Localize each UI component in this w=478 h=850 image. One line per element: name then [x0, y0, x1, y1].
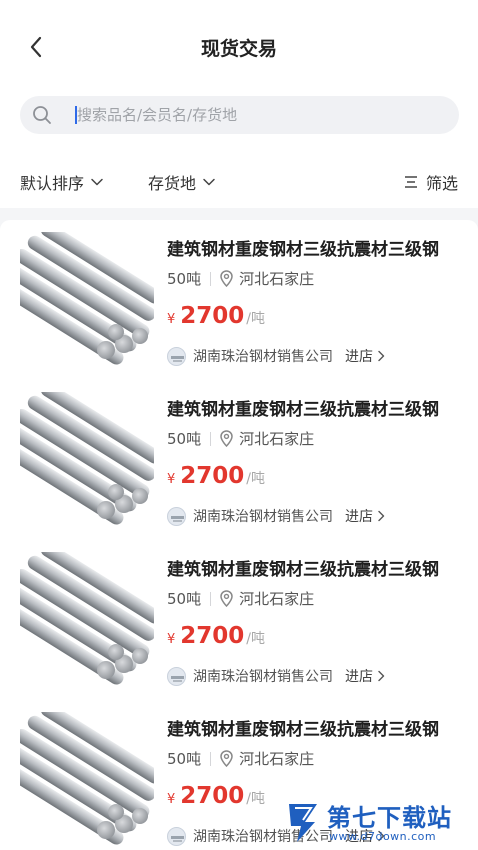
product-card[interactable]: 建筑钢材重废钢材三级抗震材三级钢 50吨 河北石家庄 ¥ 2700 /吨 湖南珠…	[0, 540, 478, 700]
enter-shop-label: 进店	[345, 349, 373, 365]
product-card[interactable]: 建筑钢材重废钢材三级抗震材三级钢 50吨 河北石家庄 ¥ 2700 /吨 湖南珠…	[0, 380, 478, 540]
filter-label: 筛选	[425, 174, 458, 193]
shop-row: 湖南珠治钢材销售公司 进店	[167, 506, 385, 526]
shop-row: 湖南珠治钢材销售公司 进店	[167, 346, 385, 366]
page-title: 现货交易	[200, 38, 277, 60]
search-icon	[33, 106, 51, 124]
product-quantity: 50吨	[167, 430, 202, 448]
product-price: ¥ 2700 /吨	[167, 463, 265, 489]
chevron-right-icon	[378, 350, 385, 362]
price-value: 2700	[180, 303, 245, 329]
product-meta: 50吨 河北石家庄	[167, 268, 314, 289]
menu-lines-icon	[404, 176, 417, 188]
location-filter-label: 存货地	[148, 174, 197, 193]
price-unit: /吨	[246, 791, 266, 807]
enter-shop-link[interactable]: 进店	[345, 666, 385, 686]
map-pin-icon	[220, 270, 233, 287]
product-price: ¥ 2700 /吨	[167, 303, 265, 329]
sort-dropdown[interactable]: 默认排序	[20, 170, 104, 194]
divider	[210, 591, 212, 606]
chevron-down-icon	[91, 178, 103, 186]
price-value: 2700	[180, 783, 245, 809]
shop-avatar	[167, 826, 186, 846]
enter-shop-label: 进店	[345, 509, 373, 525]
filter-button[interactable]: 筛选	[404, 170, 458, 194]
product-name: 建筑钢材重废钢材三级抗震材三级钢	[167, 240, 439, 260]
shop-avatar	[167, 346, 186, 366]
shop-avatar	[167, 506, 186, 526]
product-card[interactable]: 建筑钢材重废钢材三级抗震材三级钢 50吨 河北石家庄 ¥ 2700 /吨 湖南珠…	[0, 220, 478, 380]
watermark-logo-icon	[289, 804, 317, 842]
shop-name[interactable]: 湖南珠治钢材销售公司	[193, 346, 333, 366]
watermark-url: www.d7down.com	[329, 830, 437, 843]
location-dropdown[interactable]: 存货地	[148, 170, 216, 194]
chevron-right-icon	[378, 670, 385, 682]
shop-avatar	[167, 666, 186, 686]
enter-shop-label: 进店	[345, 669, 373, 685]
watermark-name: 第七下载站	[327, 804, 452, 832]
divider	[210, 751, 212, 766]
product-name: 建筑钢材重废钢材三级抗震材三级钢	[167, 720, 439, 740]
product-quantity: 50吨	[167, 590, 202, 608]
product-image	[20, 392, 154, 527]
product-meta: 50吨 河北石家庄	[167, 748, 314, 769]
enter-shop-link[interactable]: 进店	[345, 346, 385, 366]
filter-bar: 默认排序 存货地 筛选	[0, 166, 478, 198]
currency-symbol: ¥	[167, 792, 176, 807]
price-unit: /吨	[246, 311, 266, 327]
search-input[interactable]	[77, 96, 437, 134]
price-value: 2700	[180, 463, 245, 489]
product-name: 建筑钢材重废钢材三级抗震材三级钢	[167, 560, 439, 580]
price-value: 2700	[180, 623, 245, 649]
map-pin-icon	[220, 590, 233, 607]
divider	[210, 271, 212, 286]
product-quantity: 50吨	[167, 750, 202, 768]
product-location: 河北石家庄	[239, 590, 315, 608]
product-price: ¥ 2700 /吨	[167, 623, 265, 649]
map-pin-icon	[220, 430, 233, 447]
product-meta: 50吨 河北石家庄	[167, 588, 314, 609]
price-unit: /吨	[246, 471, 266, 487]
product-list: 建筑钢材重废钢材三级抗震材三级钢 50吨 河北石家庄 ¥ 2700 /吨 湖南珠…	[0, 220, 478, 850]
top-panel: 现货交易 默认排序 存货地 筛选	[0, 0, 478, 208]
product-image	[20, 232, 154, 367]
product-name: 建筑钢材重废钢材三级抗震材三级钢	[167, 400, 439, 420]
chevron-down-icon	[203, 178, 215, 186]
search-bar[interactable]	[20, 96, 459, 134]
currency-symbol: ¥	[167, 632, 176, 647]
shop-row: 湖南珠治钢材销售公司 进店	[167, 666, 385, 686]
nav-bar: 现货交易	[0, 22, 478, 72]
currency-symbol: ¥	[167, 472, 176, 487]
chevron-right-icon	[378, 510, 385, 522]
map-pin-icon	[220, 750, 233, 767]
product-price: ¥ 2700 /吨	[167, 783, 265, 809]
product-image	[20, 552, 154, 687]
product-location: 河北石家庄	[239, 270, 315, 288]
product-location: 河北石家庄	[239, 750, 315, 768]
product-meta: 50吨 河北石家庄	[167, 428, 314, 449]
price-unit: /吨	[246, 631, 266, 647]
sort-label: 默认排序	[20, 174, 85, 193]
enter-shop-link[interactable]: 进店	[345, 506, 385, 526]
shop-name[interactable]: 湖南珠治钢材销售公司	[193, 666, 333, 686]
product-location: 河北石家庄	[239, 430, 315, 448]
product-quantity: 50吨	[167, 270, 202, 288]
shop-name[interactable]: 湖南珠治钢材销售公司	[193, 506, 333, 526]
product-image	[20, 712, 154, 847]
watermark: 第七下载站 www.d7down.com	[283, 796, 478, 850]
currency-symbol: ¥	[167, 312, 176, 327]
divider	[210, 431, 212, 446]
